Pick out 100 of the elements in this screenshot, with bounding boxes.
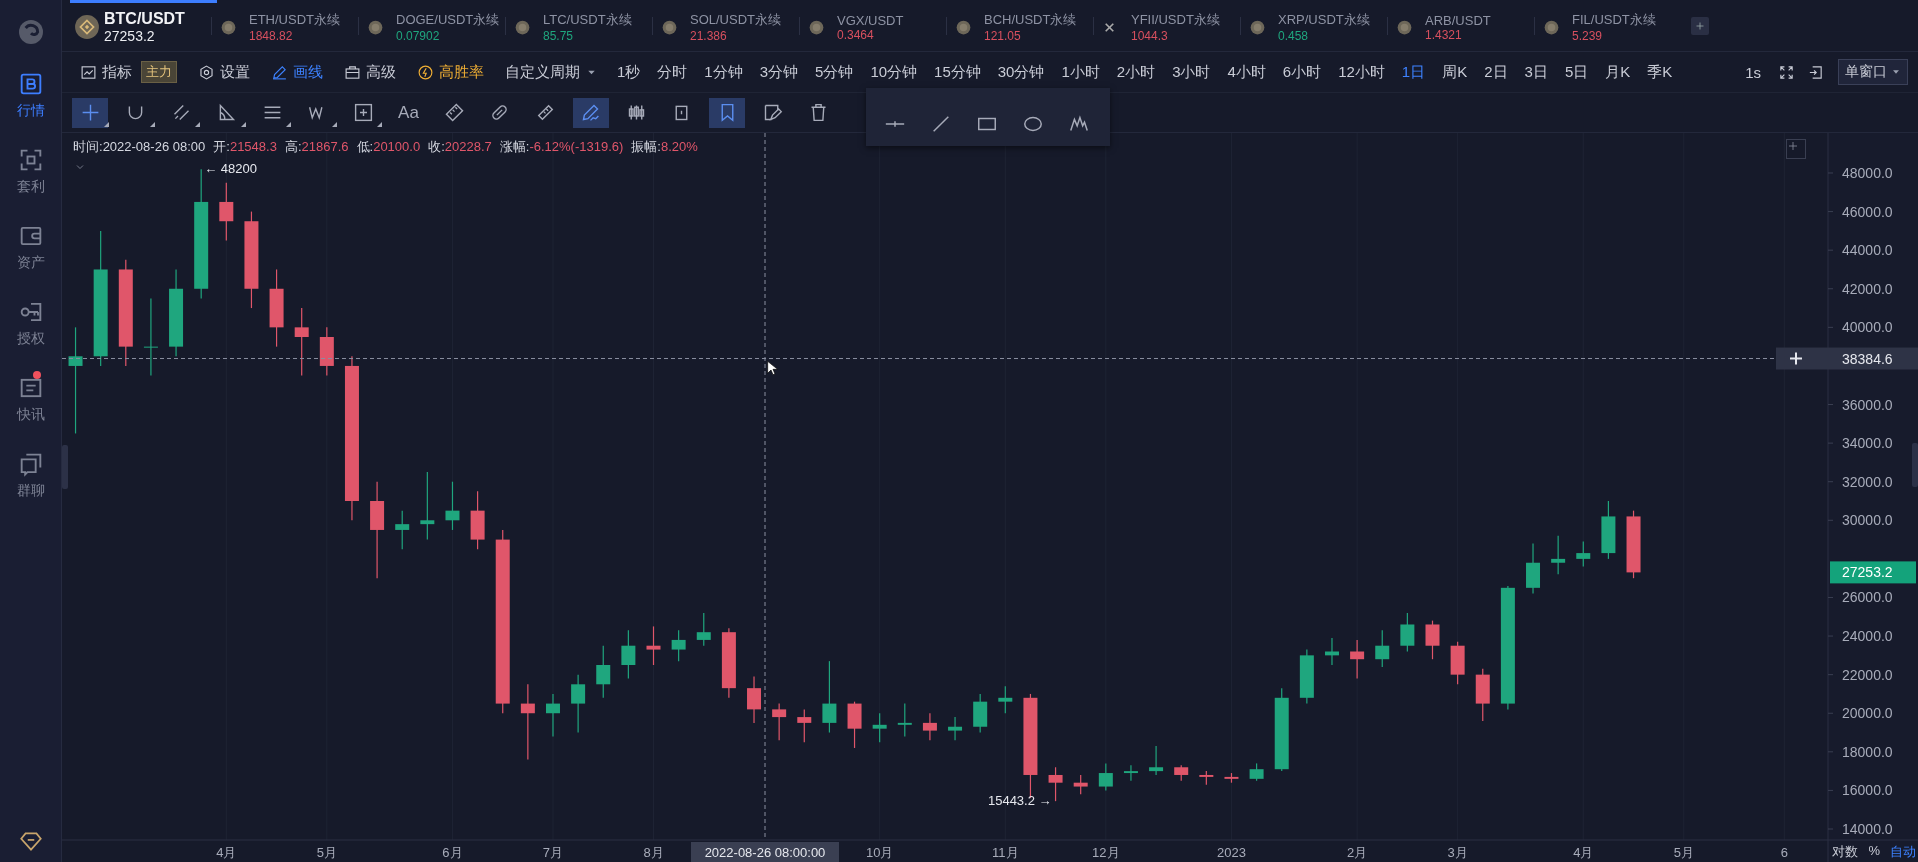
- cursor-icon: [765, 358, 781, 378]
- edit-icon: [762, 102, 783, 123]
- text-tool[interactable]: Aa: [390, 97, 427, 128]
- date-tick: 6月: [442, 845, 463, 860]
- candlestick: [1073, 774, 1088, 795]
- period-tab[interactable]: 1小时: [1061, 62, 1100, 82]
- price-tick: 32000.0: [1842, 473, 1893, 490]
- candlestick: [319, 326, 334, 377]
- period-tab[interactable]: 周K: [1442, 62, 1468, 82]
- toolbar-button[interactable]: 高级: [344, 62, 396, 82]
- candlestick: [470, 490, 485, 550]
- candlestick: [1475, 668, 1490, 722]
- period-tab[interactable]: 3日: [1524, 62, 1548, 82]
- sidebar-item[interactable]: 授权: [16, 298, 45, 348]
- date-tick: 10月: [865, 845, 894, 860]
- fullscreen-icon: [1778, 63, 1795, 81]
- period-tab[interactable]: 10分钟: [870, 62, 918, 82]
- drawing-tool[interactable]: [72, 97, 108, 128]
- drawing-tool[interactable]: [709, 97, 745, 128]
- candlestick: [897, 703, 912, 737]
- period-tab[interactable]: 2日: [1484, 62, 1508, 82]
- toolbar-button[interactable]: 画线: [271, 62, 323, 82]
- gear-icon: [198, 63, 215, 81]
- add-tab-button[interactable]: [1691, 16, 1709, 35]
- period-tab[interactable]: 6小时: [1282, 62, 1322, 82]
- sidebar-item[interactable]: 套利: [16, 146, 45, 196]
- period-tab[interactable]: 3分钟: [759, 62, 799, 82]
- period-tab[interactable]: 2小时: [1116, 62, 1156, 82]
- date-tick: 4月: [1573, 845, 1594, 860]
- candlestick: [445, 481, 460, 531]
- menu-corner-icon: [195, 121, 200, 127]
- period-tab[interactable]: 5日: [1564, 62, 1589, 82]
- coin-icon: [1397, 19, 1412, 35]
- candlestick: [1325, 637, 1339, 666]
- price-tick: 14000.0: [1842, 821, 1893, 837]
- candlestick: [1425, 620, 1440, 660]
- plus-icon[interactable]: [1789, 351, 1803, 366]
- period-tab[interactable]: 5分钟: [815, 62, 854, 82]
- scale-button[interactable]: %: [1868, 843, 1880, 861]
- candlestick: [571, 674, 586, 734]
- price-annotation: 15443.2 →: [987, 793, 1052, 809]
- date-tick: 11月: [992, 845, 1019, 860]
- candlestick: [1526, 542, 1540, 595]
- date-tick: 5月: [1673, 845, 1694, 860]
- candlestick: [1551, 535, 1566, 575]
- period-tab[interactable]: 季K: [1647, 62, 1673, 82]
- scale-button[interactable]: 自动: [1890, 843, 1916, 861]
- candlestick: [696, 612, 711, 647]
- symbol-tab[interactable]: BTC/USDT 27253.2: [70, 0, 217, 51]
- period-tab[interactable]: 3小时: [1172, 62, 1211, 82]
- symbol-price: 21.386: [690, 29, 728, 43]
- period-tab[interactable]: 30分钟: [997, 62, 1045, 82]
- collapse-handle[interactable]: [1912, 443, 1918, 487]
- symbol-price: 5.239: [1572, 29, 1604, 43]
- ohlc-field: 收:20228.7: [428, 138, 492, 156]
- toolbar-button[interactable]: 高胜率: [417, 62, 484, 82]
- symbol-price: 0.458: [1278, 29, 1310, 43]
- period-tab[interactable]: 分时: [657, 62, 688, 82]
- symbol-price: 1.4321: [1425, 27, 1463, 42]
- coin-icon: [221, 19, 236, 35]
- symbol-price: 27253.2: [104, 28, 156, 44]
- candlestick: [1123, 764, 1138, 782]
- period-tab[interactable]: 1秒: [617, 62, 641, 82]
- sidebar-item[interactable]: 快讯: [16, 374, 45, 424]
- toolbar-button[interactable]: 设置: [198, 62, 250, 82]
- period-tab[interactable]: 12小时: [1338, 62, 1385, 82]
- symbol-price: 0.07902: [396, 29, 441, 43]
- candlestick: [922, 712, 937, 741]
- candlestick: [395, 510, 410, 550]
- sidebar-item[interactable]: 群聊: [16, 450, 45, 500]
- candlestick: [1626, 510, 1641, 579]
- drawing-tool[interactable]: [572, 97, 609, 128]
- period-tab[interactable]: 1日: [1401, 62, 1426, 82]
- popout-icon: [1807, 63, 1824, 81]
- candlestick: [294, 307, 309, 377]
- symbol-name: BCH/USDT永续: [984, 11, 1078, 29]
- scale-button[interactable]: 对数: [1832, 843, 1859, 861]
- sidebar-item[interactable]: 资产: [16, 222, 45, 272]
- ruler-icon: [443, 102, 465, 123]
- candlestick: [998, 685, 1013, 714]
- price-tick: 40000.0: [1842, 319, 1893, 336]
- interval-button[interactable]: 1s: [1745, 63, 1761, 81]
- candlestick: [596, 645, 611, 699]
- period-tab[interactable]: 4小时: [1227, 62, 1266, 82]
- period-tab[interactable]: 15分钟: [934, 62, 981, 82]
- collapse-handle[interactable]: [62, 445, 68, 489]
- period-tab[interactable]: 1分钟: [704, 62, 743, 82]
- toolbar-button[interactable]: 指标 主力: [80, 61, 177, 83]
- candlestick: [1350, 639, 1365, 680]
- menu-corner-icon: [331, 121, 337, 127]
- layout-dropdown[interactable]: 单窗口: [1838, 59, 1908, 85]
- menu-corner-icon: [377, 121, 382, 127]
- period-dropdown[interactable]: 自定义周期: [505, 62, 597, 82]
- pen-icon: [580, 102, 601, 123]
- candlestick: [1400, 612, 1415, 653]
- period-tab[interactable]: 月K: [1605, 62, 1631, 82]
- date-tick: 2023: [1217, 845, 1246, 860]
- candlestick: [621, 629, 636, 680]
- sidebar-item[interactable]: 行情: [16, 70, 45, 120]
- symbol-name: XRP/USDT永续: [1278, 11, 1371, 29]
